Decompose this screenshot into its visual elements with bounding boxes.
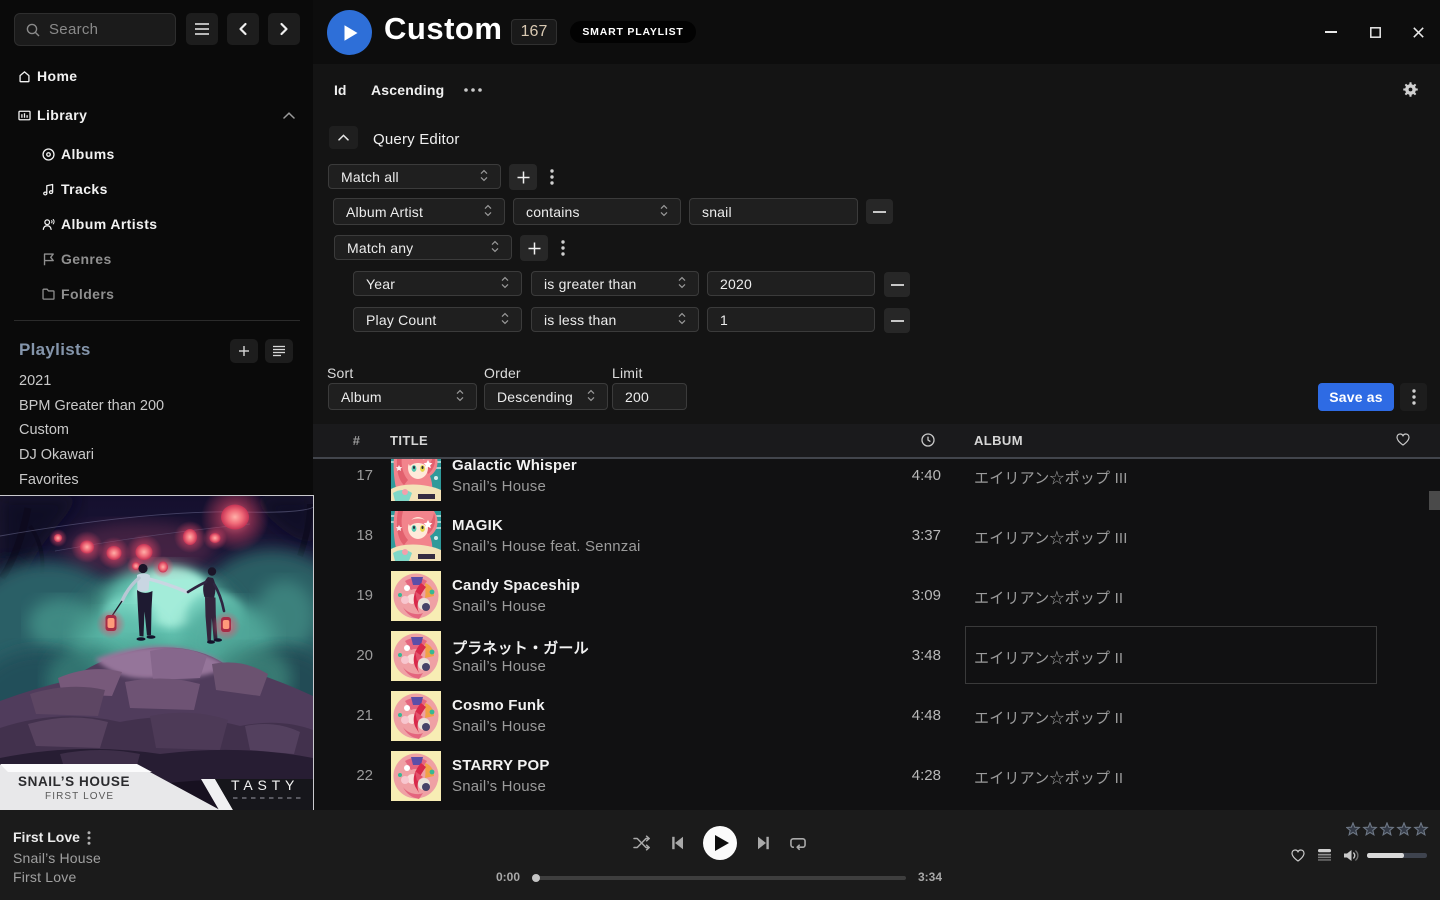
svg-text:SNAIL’S HOUSE: SNAIL’S HOUSE xyxy=(18,774,130,789)
svg-text:FIRST LOVE: FIRST LOVE xyxy=(45,791,114,802)
svg-text:TASTY: TASTY xyxy=(231,777,299,793)
